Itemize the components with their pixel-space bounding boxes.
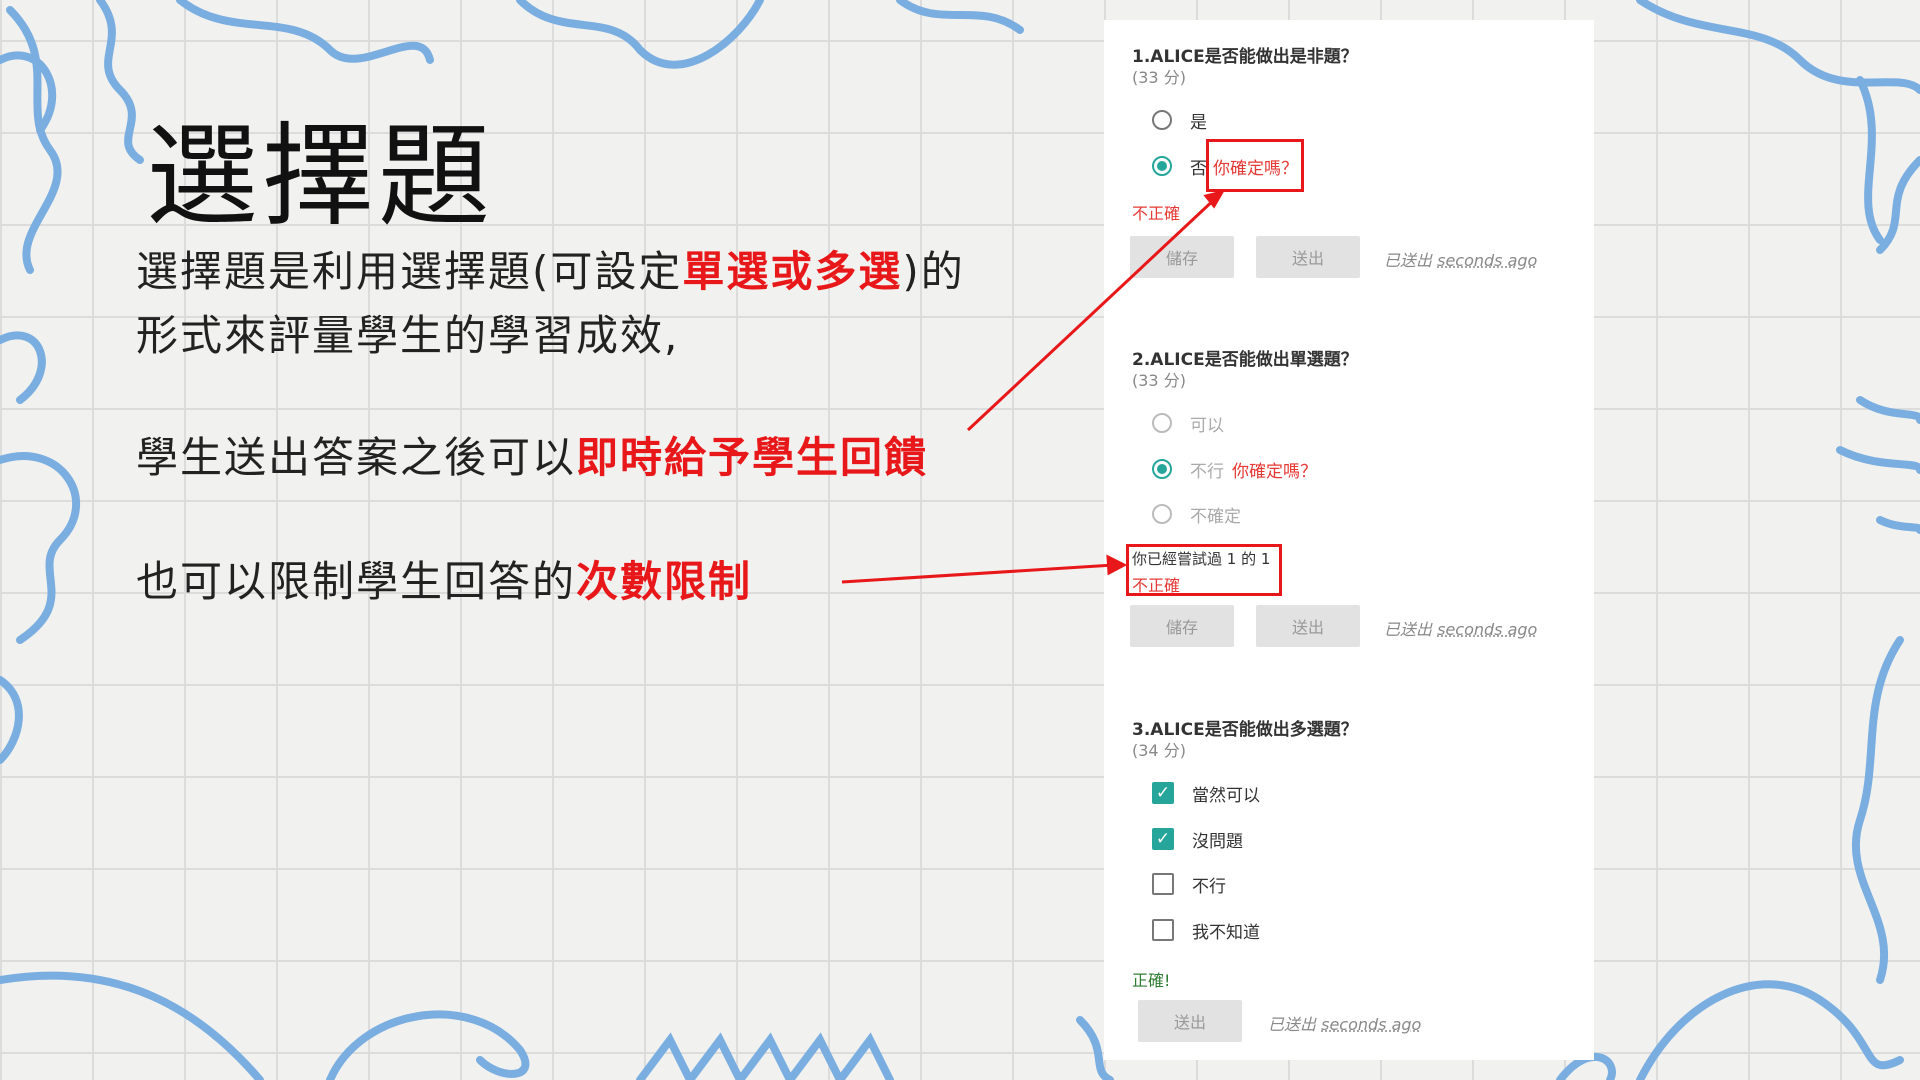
q3-option-3[interactable]: 不行 — [1152, 871, 1226, 897]
q2-points: (33 分) — [1132, 371, 1186, 390]
q3-sent-status: 已送出 seconds ago — [1268, 1015, 1422, 1034]
q2-sent-status: 已送出 seconds ago — [1384, 620, 1538, 639]
q3-option-4[interactable]: 我不知道 — [1152, 917, 1260, 943]
intro-text-3: 形式來評量學生的學習成效, — [136, 311, 680, 360]
feedback-highlight: 即時給予學生回饋 — [576, 433, 929, 482]
intro-text-1: 選擇題是利用選擇題(可設定 — [136, 247, 683, 296]
intro-text-2: )的 — [902, 247, 965, 296]
limit-text: 也可以限制學生回答的 — [136, 557, 577, 606]
limit-highlight: 次數限制 — [576, 557, 753, 606]
slide-title: 選擇題 — [146, 112, 494, 242]
q1-option-yes[interactable]: 是 — [1152, 107, 1207, 133]
q2-submit-button[interactable]: 送出 — [1256, 605, 1360, 647]
limit-paragraph: 也可以限制學生回答的次數限制 — [136, 550, 752, 614]
feedback-text: 學生送出答案之後可以 — [136, 433, 577, 482]
q2-save-button[interactable]: 儲存 — [1130, 605, 1234, 647]
q1-points: (33 分) — [1132, 68, 1186, 87]
q3-result: 正確! — [1132, 971, 1171, 990]
checkbox-checked-icon[interactable]: ✓ — [1152, 782, 1174, 804]
q2-option-can[interactable]: 可以 — [1152, 410, 1224, 436]
highlight-box-attempts — [1126, 544, 1282, 596]
q1-save-button[interactable]: 儲存 — [1130, 236, 1234, 278]
q1-result: 不正確 — [1132, 204, 1181, 223]
q3-points: (34 分) — [1132, 741, 1186, 760]
checkbox-icon[interactable] — [1152, 919, 1174, 941]
q1-submit-button[interactable]: 送出 — [1256, 236, 1360, 278]
q3-option-1[interactable]: ✓ 當然可以 — [1152, 780, 1260, 806]
quiz-screenshot-card: 1.ALICE是否能做出是非題？ (33 分) 是 否你確定嗎？ 不正確 儲存 … — [1104, 20, 1594, 1060]
checkbox-checked-icon[interactable]: ✓ — [1152, 828, 1174, 850]
checkbox-icon[interactable] — [1152, 873, 1174, 895]
highlight-box-feedback — [1206, 139, 1304, 192]
radio-checked-icon[interactable] — [1152, 156, 1172, 176]
radio-icon[interactable] — [1152, 504, 1172, 524]
intro-paragraph: 選擇題是利用選擇題(可設定單選或多選)的 形式來評量學生的學習成效, — [136, 240, 965, 368]
feedback-paragraph: 學生送出答案之後可以即時給予學生回饋 — [136, 426, 928, 490]
intro-highlight: 單選或多選 — [682, 247, 903, 296]
q3-submit-button[interactable]: 送出 — [1138, 1000, 1242, 1042]
radio-icon[interactable] — [1152, 413, 1172, 433]
q3-option-2[interactable]: ✓ 沒問題 — [1152, 826, 1243, 852]
radio-icon[interactable] — [1152, 110, 1172, 130]
q2-option-unsure[interactable]: 不確定 — [1152, 501, 1241, 527]
q1-sent-status: 已送出 seconds ago — [1384, 251, 1538, 270]
q2-option-cannot[interactable]: 不行 你確定嗎？ — [1152, 456, 1317, 482]
q2-feedback: 你確定嗎？ — [1232, 461, 1317, 482]
radio-checked-icon[interactable] — [1152, 459, 1172, 479]
